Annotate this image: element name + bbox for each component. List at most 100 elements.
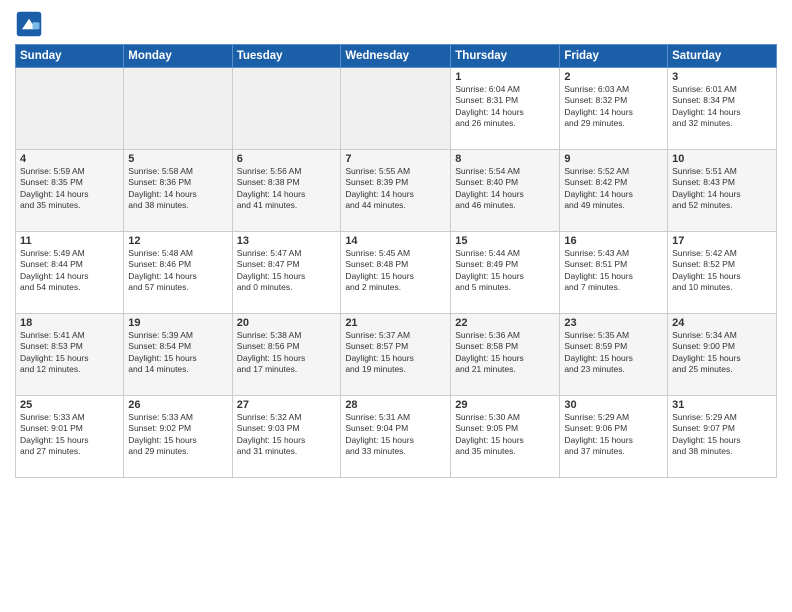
day-info: Sunrise: 5:33 AMSunset: 9:01 PMDaylight:… — [20, 412, 119, 458]
day-number: 26 — [128, 399, 227, 411]
calendar-cell: 5Sunrise: 5:58 AMSunset: 8:36 PMDaylight… — [124, 150, 232, 232]
day-info: Sunrise: 5:58 AMSunset: 8:36 PMDaylight:… — [128, 166, 227, 212]
calendar-cell: 11Sunrise: 5:49 AMSunset: 8:44 PMDayligh… — [16, 232, 124, 314]
calendar-cell: 2Sunrise: 6:03 AMSunset: 8:32 PMDaylight… — [560, 68, 668, 150]
calendar-cell: 7Sunrise: 5:55 AMSunset: 8:39 PMDaylight… — [341, 150, 451, 232]
day-info: Sunrise: 5:33 AMSunset: 9:02 PMDaylight:… — [128, 412, 227, 458]
calendar-week-row: 4Sunrise: 5:59 AMSunset: 8:35 PMDaylight… — [16, 150, 777, 232]
calendar-cell: 20Sunrise: 5:38 AMSunset: 8:56 PMDayligh… — [232, 314, 341, 396]
calendar-cell: 18Sunrise: 5:41 AMSunset: 8:53 PMDayligh… — [16, 314, 124, 396]
logo-icon — [15, 10, 43, 38]
day-number: 11 — [20, 235, 119, 247]
day-info: Sunrise: 5:37 AMSunset: 8:57 PMDaylight:… — [345, 330, 446, 376]
day-info: Sunrise: 5:49 AMSunset: 8:44 PMDaylight:… — [20, 248, 119, 294]
day-number: 4 — [20, 153, 119, 165]
calendar-week-row: 11Sunrise: 5:49 AMSunset: 8:44 PMDayligh… — [16, 232, 777, 314]
calendar-cell: 30Sunrise: 5:29 AMSunset: 9:06 PMDayligh… — [560, 396, 668, 478]
calendar-week-row: 18Sunrise: 5:41 AMSunset: 8:53 PMDayligh… — [16, 314, 777, 396]
calendar-cell: 8Sunrise: 5:54 AMSunset: 8:40 PMDaylight… — [451, 150, 560, 232]
header — [15, 10, 777, 38]
day-number: 12 — [128, 235, 227, 247]
weekday-header-wednesday: Wednesday — [341, 45, 451, 68]
calendar-cell: 13Sunrise: 5:47 AMSunset: 8:47 PMDayligh… — [232, 232, 341, 314]
day-number: 21 — [345, 317, 446, 329]
weekday-header-saturday: Saturday — [668, 45, 777, 68]
day-info: Sunrise: 5:35 AMSunset: 8:59 PMDaylight:… — [564, 330, 663, 376]
calendar-cell: 1Sunrise: 6:04 AMSunset: 8:31 PMDaylight… — [451, 68, 560, 150]
logo — [15, 10, 47, 38]
day-number: 25 — [20, 399, 119, 411]
day-info: Sunrise: 5:41 AMSunset: 8:53 PMDaylight:… — [20, 330, 119, 376]
calendar-cell: 19Sunrise: 5:39 AMSunset: 8:54 PMDayligh… — [124, 314, 232, 396]
day-info: Sunrise: 5:51 AMSunset: 8:43 PMDaylight:… — [672, 166, 772, 212]
weekday-header-tuesday: Tuesday — [232, 45, 341, 68]
day-number: 1 — [455, 71, 555, 83]
day-number: 3 — [672, 71, 772, 83]
weekday-header-row: SundayMondayTuesdayWednesdayThursdayFrid… — [16, 45, 777, 68]
day-info: Sunrise: 5:43 AMSunset: 8:51 PMDaylight:… — [564, 248, 663, 294]
day-number: 9 — [564, 153, 663, 165]
day-number: 20 — [237, 317, 337, 329]
day-number: 7 — [345, 153, 446, 165]
weekday-header-sunday: Sunday — [16, 45, 124, 68]
calendar-cell: 10Sunrise: 5:51 AMSunset: 8:43 PMDayligh… — [668, 150, 777, 232]
day-info: Sunrise: 5:36 AMSunset: 8:58 PMDaylight:… — [455, 330, 555, 376]
day-number: 2 — [564, 71, 663, 83]
day-info: Sunrise: 5:56 AMSunset: 8:38 PMDaylight:… — [237, 166, 337, 212]
weekday-header-friday: Friday — [560, 45, 668, 68]
day-number: 24 — [672, 317, 772, 329]
calendar-cell: 28Sunrise: 5:31 AMSunset: 9:04 PMDayligh… — [341, 396, 451, 478]
calendar-cell — [16, 68, 124, 150]
calendar-cell: 6Sunrise: 5:56 AMSunset: 8:38 PMDaylight… — [232, 150, 341, 232]
calendar-cell — [341, 68, 451, 150]
day-number: 10 — [672, 153, 772, 165]
calendar-week-row: 25Sunrise: 5:33 AMSunset: 9:01 PMDayligh… — [16, 396, 777, 478]
day-info: Sunrise: 5:45 AMSunset: 8:48 PMDaylight:… — [345, 248, 446, 294]
day-info: Sunrise: 5:34 AMSunset: 9:00 PMDaylight:… — [672, 330, 772, 376]
day-info: Sunrise: 5:30 AMSunset: 9:05 PMDaylight:… — [455, 412, 555, 458]
calendar-cell: 23Sunrise: 5:35 AMSunset: 8:59 PMDayligh… — [560, 314, 668, 396]
calendar-cell: 25Sunrise: 5:33 AMSunset: 9:01 PMDayligh… — [16, 396, 124, 478]
day-info: Sunrise: 5:32 AMSunset: 9:03 PMDaylight:… — [237, 412, 337, 458]
day-number: 14 — [345, 235, 446, 247]
day-info: Sunrise: 5:39 AMSunset: 8:54 PMDaylight:… — [128, 330, 227, 376]
day-info: Sunrise: 5:42 AMSunset: 8:52 PMDaylight:… — [672, 248, 772, 294]
day-number: 29 — [455, 399, 555, 411]
calendar-cell: 26Sunrise: 5:33 AMSunset: 9:02 PMDayligh… — [124, 396, 232, 478]
day-number: 5 — [128, 153, 227, 165]
day-info: Sunrise: 5:59 AMSunset: 8:35 PMDaylight:… — [20, 166, 119, 212]
day-number: 6 — [237, 153, 337, 165]
day-info: Sunrise: 5:38 AMSunset: 8:56 PMDaylight:… — [237, 330, 337, 376]
calendar-cell — [124, 68, 232, 150]
calendar-week-row: 1Sunrise: 6:04 AMSunset: 8:31 PMDaylight… — [16, 68, 777, 150]
day-info: Sunrise: 5:55 AMSunset: 8:39 PMDaylight:… — [345, 166, 446, 212]
day-number: 27 — [237, 399, 337, 411]
day-info: Sunrise: 5:31 AMSunset: 9:04 PMDaylight:… — [345, 412, 446, 458]
day-info: Sunrise: 6:03 AMSunset: 8:32 PMDaylight:… — [564, 84, 663, 130]
day-number: 23 — [564, 317, 663, 329]
calendar-cell: 15Sunrise: 5:44 AMSunset: 8:49 PMDayligh… — [451, 232, 560, 314]
day-number: 31 — [672, 399, 772, 411]
calendar-cell: 14Sunrise: 5:45 AMSunset: 8:48 PMDayligh… — [341, 232, 451, 314]
calendar-cell — [232, 68, 341, 150]
day-number: 18 — [20, 317, 119, 329]
day-number: 28 — [345, 399, 446, 411]
day-info: Sunrise: 5:44 AMSunset: 8:49 PMDaylight:… — [455, 248, 555, 294]
calendar-cell: 29Sunrise: 5:30 AMSunset: 9:05 PMDayligh… — [451, 396, 560, 478]
calendar-cell: 16Sunrise: 5:43 AMSunset: 8:51 PMDayligh… — [560, 232, 668, 314]
day-info: Sunrise: 5:54 AMSunset: 8:40 PMDaylight:… — [455, 166, 555, 212]
day-number: 17 — [672, 235, 772, 247]
day-number: 15 — [455, 235, 555, 247]
calendar-cell: 17Sunrise: 5:42 AMSunset: 8:52 PMDayligh… — [668, 232, 777, 314]
day-info: Sunrise: 5:52 AMSunset: 8:42 PMDaylight:… — [564, 166, 663, 212]
weekday-header-monday: Monday — [124, 45, 232, 68]
day-info: Sunrise: 6:01 AMSunset: 8:34 PMDaylight:… — [672, 84, 772, 130]
calendar-cell: 9Sunrise: 5:52 AMSunset: 8:42 PMDaylight… — [560, 150, 668, 232]
calendar-cell: 27Sunrise: 5:32 AMSunset: 9:03 PMDayligh… — [232, 396, 341, 478]
day-number: 13 — [237, 235, 337, 247]
calendar-table: SundayMondayTuesdayWednesdayThursdayFrid… — [15, 44, 777, 478]
weekday-header-thursday: Thursday — [451, 45, 560, 68]
day-info: Sunrise: 5:47 AMSunset: 8:47 PMDaylight:… — [237, 248, 337, 294]
calendar-cell: 4Sunrise: 5:59 AMSunset: 8:35 PMDaylight… — [16, 150, 124, 232]
day-number: 16 — [564, 235, 663, 247]
